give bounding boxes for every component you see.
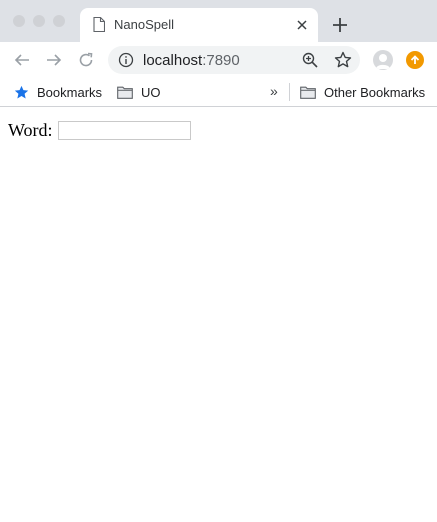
word-input[interactable]: [57, 121, 191, 140]
document-icon: [93, 17, 105, 32]
bookmark-bookmarks[interactable]: Bookmarks: [14, 82, 102, 102]
tab-strip: NanoSpell: [0, 0, 437, 42]
arrow-left-icon: [14, 54, 29, 66]
url-port: :7890: [202, 52, 240, 69]
extension-button[interactable]: [406, 51, 424, 69]
word-form: Word:: [8, 120, 191, 141]
person-icon: [376, 54, 390, 69]
page-content: Word:: [0, 107, 437, 522]
window-minimize-button[interactable]: [33, 15, 45, 27]
window-close-button[interactable]: [13, 15, 25, 27]
tab-close-button[interactable]: [294, 17, 310, 33]
forward-button[interactable]: [45, 51, 63, 69]
window-maximize-button[interactable]: [53, 15, 65, 27]
plus-icon: [333, 18, 347, 32]
bookmark-label: Other Bookmarks: [324, 84, 426, 100]
tab-title: NanoSpell: [114, 17, 174, 32]
profile-avatar[interactable]: [373, 50, 393, 70]
bookmarks-divider: [289, 83, 290, 101]
folder-icon: [300, 86, 316, 99]
folder-icon: [117, 86, 133, 99]
bookmarks-bar: Bookmarks UO » Other Bookmarks: [0, 78, 437, 107]
url-text[interactable]: localhost:7890: [143, 52, 240, 69]
bookmark-folder-other[interactable]: Other Bookmarks: [300, 82, 425, 102]
bookmarks-overflow-button[interactable]: »: [270, 83, 278, 99]
arrow-up-icon: [410, 55, 420, 64]
browser-toolbar: localhost:7890: [0, 42, 437, 78]
bookmark-folder-uo[interactable]: UO: [117, 82, 161, 102]
address-bar[interactable]: localhost:7890: [108, 46, 360, 74]
word-label: Word:: [8, 120, 53, 140]
tab-nanospell[interactable]: NanoSpell: [80, 8, 318, 42]
new-tab-button[interactable]: [331, 16, 349, 34]
info-icon[interactable]: [118, 52, 134, 68]
bookmark-star-icon[interactable]: [334, 51, 352, 69]
close-icon: [297, 20, 307, 30]
bookmark-label: UO: [141, 84, 161, 100]
bookmark-label: Bookmarks: [37, 84, 103, 100]
reload-button[interactable]: [77, 51, 95, 69]
arrow-right-icon: [47, 54, 62, 66]
back-button[interactable]: [13, 51, 31, 69]
url-host: localhost: [143, 52, 203, 69]
zoom-icon[interactable]: [302, 52, 318, 68]
reload-icon: [79, 52, 93, 67]
star-icon: [14, 85, 29, 98]
